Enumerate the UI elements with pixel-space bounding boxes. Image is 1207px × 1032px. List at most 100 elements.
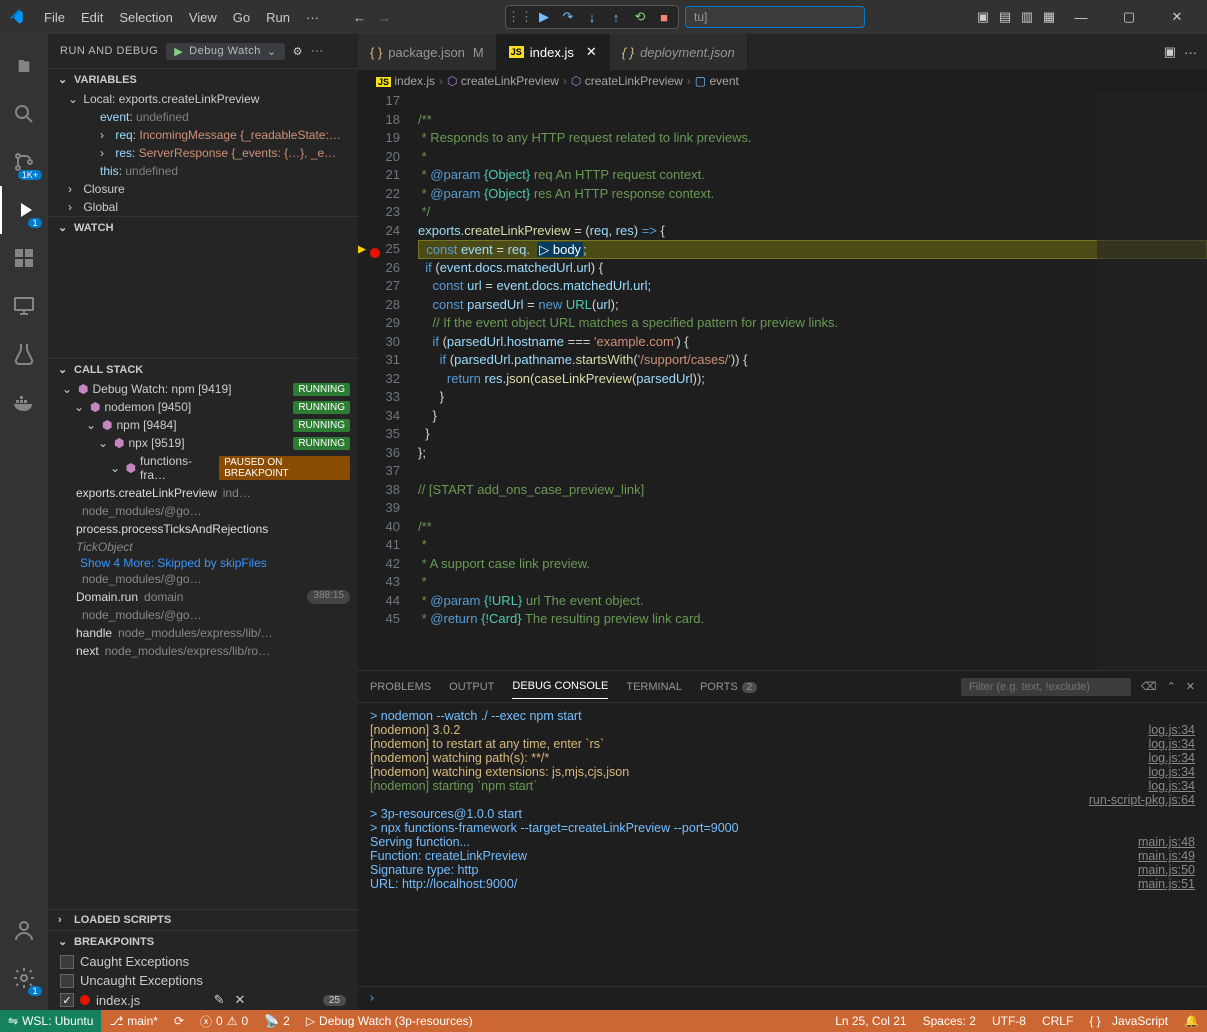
panel-tab-terminal[interactable]: TERMINAL bbox=[626, 675, 682, 699]
tab-deployment.json[interactable]: { }deployment.json bbox=[610, 34, 748, 70]
breakpoints-header[interactable]: ⌄BREAKPOINTS bbox=[48, 931, 358, 952]
settings-gear-icon[interactable]: 1 bbox=[0, 954, 48, 1002]
thread[interactable]: ⌄ ⬢ npx [9519]RUNNING bbox=[48, 434, 358, 452]
console-source-link[interactable]: log.js:34 bbox=[1148, 751, 1195, 765]
split-editor-icon[interactable]: ▣ bbox=[1164, 44, 1176, 60]
var-event[interactable]: event: undefined bbox=[48, 108, 358, 126]
breadcrumb[interactable]: JS index.js›⬡ createLinkPreview›⬡ create… bbox=[358, 70, 1207, 92]
debug-more-icon[interactable]: ··· bbox=[311, 45, 324, 57]
console-source-link[interactable]: log.js:34 bbox=[1148, 779, 1195, 793]
encoding[interactable]: UTF-8 bbox=[984, 1014, 1034, 1028]
menu-go[interactable]: Go bbox=[225, 6, 258, 29]
checkbox[interactable] bbox=[60, 955, 74, 969]
stack-frame[interactable]: Domain.rundomain388:15 bbox=[48, 588, 358, 606]
stack-frame[interactable]: process.processTicksAndRejections bbox=[48, 520, 358, 538]
console-source-link[interactable]: log.js:34 bbox=[1148, 765, 1195, 779]
restart-icon[interactable]: ⟲ bbox=[632, 9, 648, 25]
callstack-header[interactable]: ⌄CALL STACK bbox=[48, 359, 358, 380]
var-req[interactable]: › req: IncomingMessage {_readableState:… bbox=[48, 126, 358, 144]
breadcrumb-item[interactable]: JS index.js bbox=[376, 74, 435, 88]
console-filter-input[interactable] bbox=[961, 678, 1131, 696]
tab-package.json[interactable]: { }package.jsonM bbox=[358, 34, 497, 70]
continue-icon[interactable]: ▶ bbox=[536, 9, 552, 25]
console-source-link[interactable]: log.js:34 bbox=[1148, 723, 1195, 737]
menu-file[interactable]: File bbox=[36, 6, 73, 29]
debug-config-selector[interactable]: ▶ Debug Watch ⌄ bbox=[166, 43, 284, 60]
console-source-link[interactable]: main.js:51 bbox=[1138, 877, 1195, 891]
testing-icon[interactable] bbox=[0, 330, 48, 378]
stack-frame[interactable]: node_modules/@go… bbox=[48, 606, 358, 624]
command-center[interactable]: tu] bbox=[685, 6, 865, 28]
ports-status[interactable]: 📡2 bbox=[256, 1010, 298, 1032]
scope-local[interactable]: ⌄ Local: exports.createLinkPreview bbox=[48, 90, 358, 108]
stack-frame[interactable]: TickObject bbox=[48, 538, 358, 556]
breakpoint-item[interactable]: index.js✎✕25 bbox=[48, 990, 358, 1010]
nav-back-icon[interactable]: ← bbox=[347, 10, 372, 25]
close-tab-icon[interactable]: ✕ bbox=[586, 44, 597, 60]
show-more-frames[interactable]: Show 4 More: Skipped by skipFiles bbox=[48, 556, 358, 570]
menu-view[interactable]: View bbox=[181, 6, 225, 29]
console-source-link[interactable]: main.js:50 bbox=[1138, 863, 1195, 877]
customize-layout-icon[interactable]: ▦ bbox=[1039, 7, 1059, 27]
thread[interactable]: ⌄ ⬢ nodemon [9450]RUNNING bbox=[48, 398, 358, 416]
console-source-link[interactable]: log.js:34 bbox=[1148, 737, 1195, 751]
nav-forward-icon[interactable]: → bbox=[372, 10, 397, 25]
explorer-icon[interactable] bbox=[0, 42, 48, 90]
stack-frame[interactable]: nextnode_modules/express/lib/ro… bbox=[48, 642, 358, 660]
close-icon[interactable]: ✕ bbox=[234, 992, 245, 1008]
toggle-secondary-sidebar-icon[interactable]: ▥ bbox=[1017, 7, 1037, 27]
menu-edit[interactable]: Edit bbox=[73, 6, 111, 29]
panel-tab-ports[interactable]: PORTS2 bbox=[700, 675, 757, 699]
var-res[interactable]: › res: ServerResponse {_events: {…}, _e… bbox=[48, 144, 358, 162]
debug-drag-handle-icon[interactable]: ⋮⋮ bbox=[512, 9, 528, 25]
problems-status[interactable]: ⓧ0 ⚠0 bbox=[192, 1010, 256, 1032]
toggle-panel-icon[interactable]: ▤ bbox=[995, 7, 1015, 27]
search-icon[interactable] bbox=[0, 90, 48, 138]
thread[interactable]: ⌄ ⬢ npm [9484]RUNNING bbox=[48, 416, 358, 434]
loaded-scripts-header[interactable]: ›LOADED SCRIPTS bbox=[48, 910, 358, 930]
panel-tab-debug-console[interactable]: DEBUG CONSOLE bbox=[512, 674, 608, 699]
breakpoint-item[interactable]: Caught Exceptions bbox=[48, 952, 358, 971]
panel-tab-output[interactable]: OUTPUT bbox=[449, 675, 494, 699]
debug-status[interactable]: ▷Debug Watch (3p-resources) bbox=[298, 1010, 481, 1032]
git-branch[interactable]: ⎇main* bbox=[101, 1010, 166, 1032]
stack-frame[interactable]: node_modules/@go… bbox=[48, 502, 358, 520]
toggle-primary-sidebar-icon[interactable]: ▣ bbox=[973, 7, 993, 27]
stop-icon[interactable]: ■ bbox=[656, 9, 672, 25]
menu-···[interactable]: ··· bbox=[298, 6, 327, 29]
tab-index.js[interactable]: JSindex.js✕ bbox=[497, 34, 610, 70]
remote-explorer-icon[interactable] bbox=[0, 282, 48, 330]
console-source-link[interactable]: main.js:48 bbox=[1138, 835, 1195, 849]
checkbox[interactable] bbox=[60, 974, 74, 988]
close-panel-icon[interactable]: ✕ bbox=[1186, 680, 1195, 693]
accounts-icon[interactable] bbox=[0, 906, 48, 954]
clear-console-icon[interactable]: ⌫ bbox=[1141, 680, 1157, 693]
menu-selection[interactable]: Selection bbox=[111, 6, 180, 29]
start-debug-icon[interactable]: ▶ bbox=[174, 45, 183, 58]
debug-settings-icon[interactable]: ⚙ bbox=[293, 45, 303, 58]
extensions-icon[interactable] bbox=[0, 234, 48, 282]
breadcrumb-item[interactable]: ⬡ createLinkPreview bbox=[571, 74, 683, 88]
debug-console-input[interactable]: › bbox=[358, 986, 1207, 1010]
scope-closure[interactable]: › Closure bbox=[48, 180, 358, 198]
minimap[interactable] bbox=[1097, 92, 1207, 670]
variables-header[interactable]: ⌄VARIABLES bbox=[48, 69, 358, 90]
run-debug-icon[interactable]: 1 bbox=[0, 186, 48, 234]
console-source-link[interactable]: run-script-pkg.js:64 bbox=[1089, 793, 1195, 807]
source-control-icon[interactable]: 1K+ bbox=[0, 138, 48, 186]
step-into-icon[interactable]: ↓ bbox=[584, 9, 600, 25]
eol[interactable]: CRLF bbox=[1034, 1014, 1081, 1028]
sync-icon[interactable]: ⟳ bbox=[166, 1010, 192, 1032]
thread[interactable]: ⌄ ⬢ functions-fra…PAUSED ON BREAKPOINT bbox=[48, 452, 358, 484]
thread[interactable]: ⌄ ⬢ Debug Watch: npm [9419]RUNNING bbox=[48, 380, 358, 398]
step-out-icon[interactable]: ↑ bbox=[608, 9, 624, 25]
var-this[interactable]: this: undefined bbox=[48, 162, 358, 180]
step-over-icon[interactable]: ↷ bbox=[560, 9, 576, 25]
code-editor[interactable]: 1718192021222324▶25262728293031323334353… bbox=[358, 92, 1207, 670]
breadcrumb-item[interactable]: ⬡ createLinkPreview bbox=[447, 74, 559, 88]
checkbox[interactable] bbox=[60, 993, 74, 1007]
breakpoint-item[interactable]: Uncaught Exceptions bbox=[48, 971, 358, 990]
more-actions-icon[interactable]: ··· bbox=[1184, 45, 1197, 60]
collapse-panel-icon[interactable]: ⌃ bbox=[1167, 680, 1176, 693]
minimize-button[interactable]: — bbox=[1059, 2, 1103, 32]
